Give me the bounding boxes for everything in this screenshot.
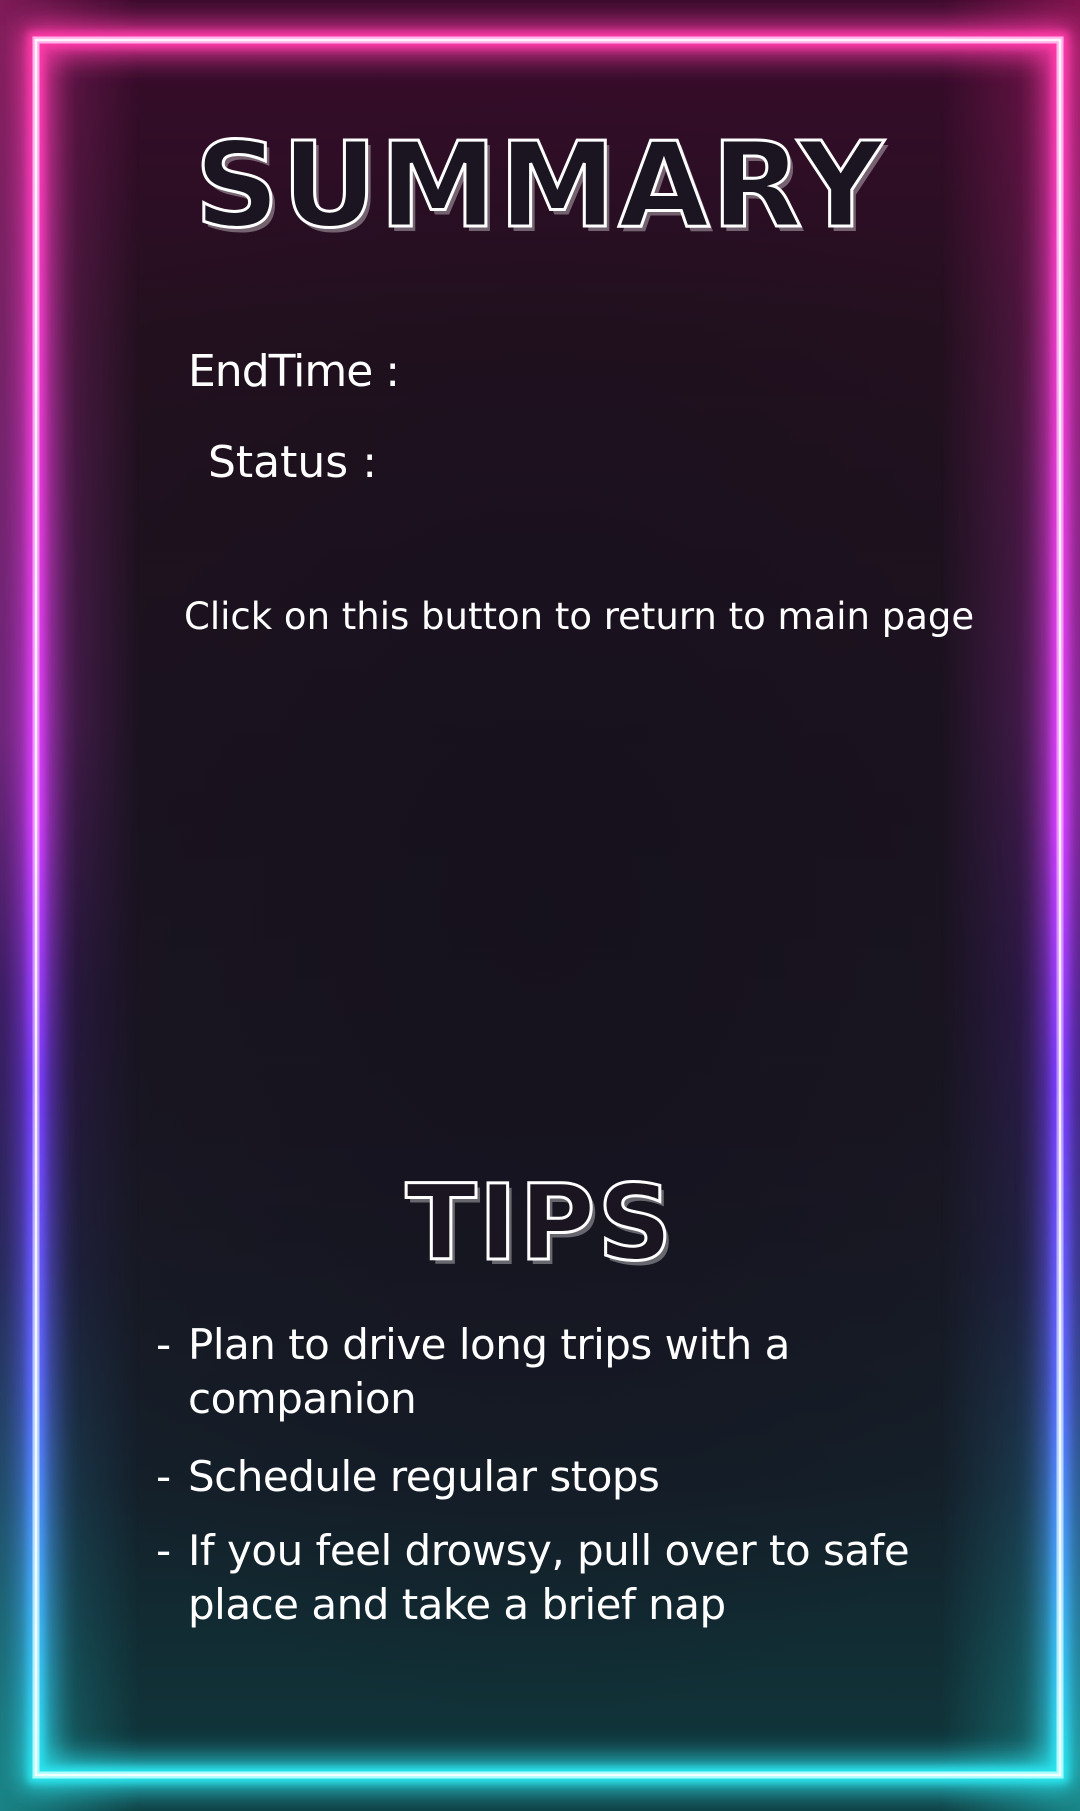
return-instruction-text: Click on this button to return to main p… xyxy=(184,595,975,638)
tip-item-drowsy-nap: If you feel drowsy, pull over to safe pl… xyxy=(156,1524,1006,1632)
tip-item-regular-stops: Schedule regular stops xyxy=(156,1450,1006,1504)
tip-item-companion: Plan to drive long trips with a companio… xyxy=(156,1318,1006,1426)
tips-title: TIPS xyxy=(404,1162,675,1284)
summary-title: SUMMARY xyxy=(193,116,886,254)
tips-list: Plan to drive long trips with a companio… xyxy=(156,1318,1006,1632)
end-time-label: EndTime : xyxy=(188,346,400,397)
left-neon-glow xyxy=(0,0,140,1811)
status-label: Status : xyxy=(208,437,378,488)
